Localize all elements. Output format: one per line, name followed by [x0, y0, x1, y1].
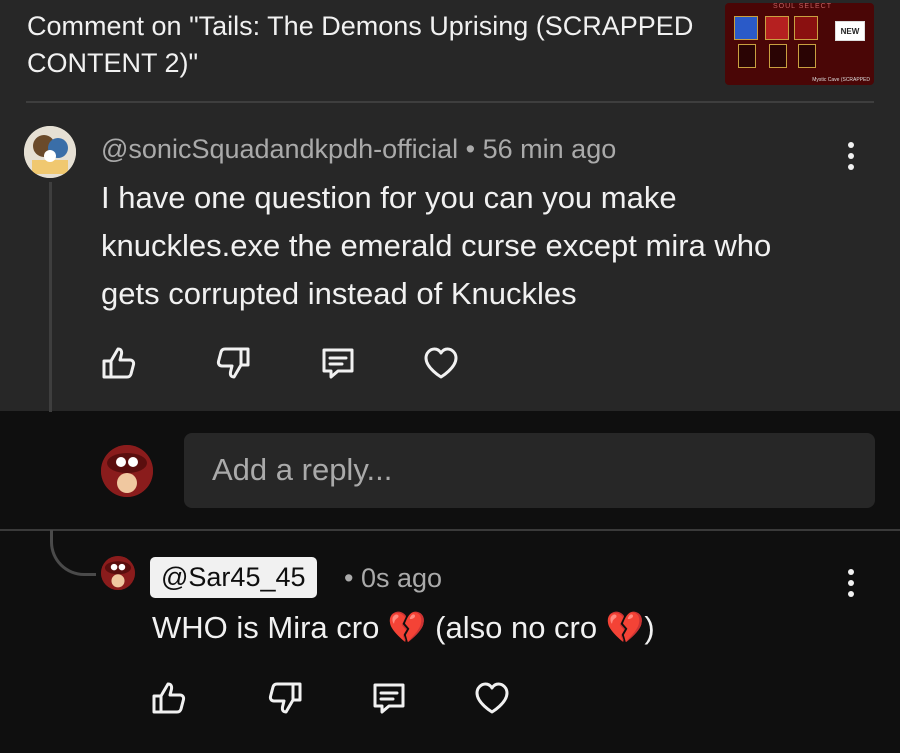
heart-button[interactable] [421, 343, 461, 383]
thumbnail-character-card [734, 16, 758, 40]
reply-time: 0s ago [360, 563, 443, 593]
reply-dislike-button[interactable] [266, 678, 306, 718]
reply-meta: • 0s ago [344, 561, 442, 595]
reply-more-options-button[interactable] [836, 563, 866, 603]
meta-separator: • [465, 134, 476, 164]
reply-author[interactable]: @Sar45_45 [150, 557, 317, 598]
thumbs-up-icon [102, 347, 136, 379]
meta-separator: • [344, 563, 354, 593]
thumbnail-new-badge: NEW [835, 21, 865, 41]
page-title: Comment on "Tails: The Demons Uprising (… [27, 11, 694, 78]
more-options-button[interactable] [836, 136, 866, 176]
reply-thread-connector [50, 530, 96, 576]
section-divider [0, 529, 900, 531]
comment-time: 56 min ago [482, 134, 617, 164]
thread-line [49, 182, 52, 412]
thumbs-down-icon [216, 347, 250, 379]
header-divider [26, 101, 874, 103]
thumbnail-top-text: SOUL SELECT [773, 3, 832, 10]
thumbnail-caption: Mystic Cave (SCRAPPED [812, 77, 870, 83]
thumbnail-character-card [765, 16, 789, 40]
comment-meta: @sonicSquadandkpdh-official • 56 min ago [101, 132, 616, 166]
comment-icon [373, 683, 405, 714]
more-vertical-icon [848, 142, 854, 148]
more-vertical-icon [848, 569, 854, 575]
avatar-image [101, 556, 135, 590]
reply-box[interactable] [184, 433, 875, 508]
thumbs-down-icon [268, 682, 302, 714]
reply-heart-button[interactable] [472, 678, 512, 718]
avatar[interactable] [101, 556, 135, 590]
avatar-image [101, 445, 153, 497]
reply-reply-button[interactable] [369, 678, 409, 718]
thumbnail-slot [738, 44, 756, 68]
thumbnail-slot [798, 44, 816, 68]
comment-icon [322, 348, 354, 379]
thumbnail-character-card [794, 16, 818, 40]
reply-input[interactable] [210, 449, 834, 491]
reply-like-button[interactable] [148, 678, 188, 718]
like-button[interactable] [98, 343, 138, 383]
avatar-image [24, 126, 76, 178]
comment-author[interactable]: @sonicSquadandkpdh-official [101, 134, 458, 164]
avatar [101, 445, 153, 497]
thumbnail-slot [769, 44, 787, 68]
heart-icon [475, 682, 509, 714]
comment-text: I have one question for you can you make… [101, 180, 772, 311]
reply-button[interactable] [318, 343, 358, 383]
heart-icon [424, 347, 458, 379]
reply-text: WHO is Mira cro 💔 (also no cro 💔) [152, 610, 655, 645]
avatar[interactable] [24, 126, 76, 178]
video-thumbnail[interactable]: SOUL SELECT NEW Mystic Cave (SCRAPPED [725, 3, 874, 85]
thumbs-up-icon [152, 682, 186, 714]
dislike-button[interactable] [214, 343, 254, 383]
